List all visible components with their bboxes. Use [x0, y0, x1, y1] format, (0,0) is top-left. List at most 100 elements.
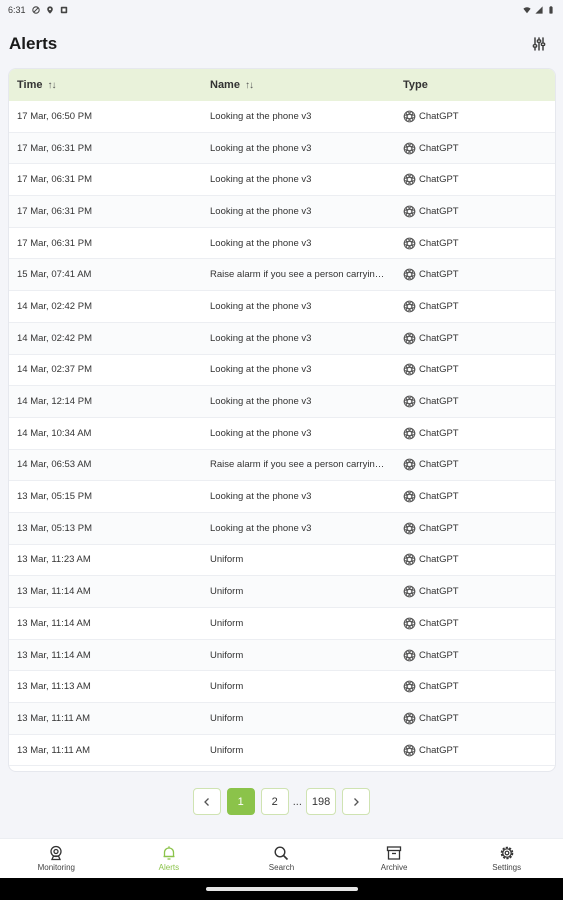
table-row[interactable]: 14 Mar, 12:14 PM Looking at the phone v3 C…	[9, 386, 555, 418]
table-header-row: Time ↑↓ Name ↑↓ Type	[9, 69, 555, 101]
cell-type: ChatGPT	[395, 522, 555, 535]
page-button-last[interactable]: 198	[305, 788, 337, 815]
status-right	[523, 6, 555, 14]
table-row[interactable]: 13 Mar, 11:23 AM Uniform ChatGPT	[9, 545, 555, 577]
cell-time-text: 13 Mar, 11:23 AM	[17, 554, 91, 566]
cell-name-text: Looking at the phone v3	[210, 142, 312, 154]
cell-time-text: 13 Mar, 11:11 AM	[17, 712, 91, 724]
cell-time-text: 13 Mar, 05:13 PM	[17, 522, 92, 534]
cell-name: Looking at the phone v3	[202, 174, 395, 185]
chevron-right-icon	[354, 797, 360, 806]
cell-time: 13 Mar, 05:15 PM	[9, 491, 202, 502]
alerts-table: Time ↑↓ Name ↑↓ Type 17 Mar, 06:50 PM Loo…	[8, 68, 556, 772]
cell-time-text: 13 Mar, 11:13 AM	[17, 681, 91, 693]
cell-time: 13 Mar, 11:14 AM	[9, 586, 202, 597]
nav-label-alerts: Alerts	[158, 863, 180, 872]
table-row[interactable]: 13 Mar, 11:14 AM Uniform ChatGPT	[9, 639, 555, 672]
cell-type-text: ChatGPT	[419, 459, 459, 471]
table-row[interactable]: 13 Mar, 11:14 AM Uniform ChatGPT	[9, 576, 555, 608]
table-row[interactable]: 14 Mar, 02:42 PM Looking at the phone v3 C…	[9, 291, 555, 323]
cell-name-text: Looking at the phone v3	[210, 300, 312, 312]
table-row[interactable]: 15 Mar, 07:41 AM Raise alarm if you see a…	[9, 259, 555, 292]
page-button-2[interactable]: 2	[260, 788, 289, 815]
cell-type-text: ChatGPT	[419, 110, 459, 122]
table-row[interactable]: 13 Mar, 05:13 PM Looking at the phone v3 C…	[9, 512, 555, 545]
cell-type: ChatGPT	[395, 680, 555, 693]
cell-name-text: Looking at the phone v3	[210, 205, 312, 217]
sort-icon[interactable]: ↑↓	[245, 80, 254, 91]
sort-icon[interactable]: ↑↓	[47, 80, 56, 91]
table-row[interactable]: 14 Mar, 10:34 AM Looking at the phone v3 C…	[9, 418, 555, 450]
nav-item-search[interactable]: Search	[241, 845, 321, 872]
table-row[interactable]: 17 Mar, 06:31 PM Looking at the phone v3 C…	[9, 132, 555, 165]
table-row[interactable]: 13 Mar, 11:11 AM Uniform ChatGPT	[9, 703, 555, 735]
chatgpt-icon	[403, 522, 416, 535]
nav-item-archive[interactable]: Archive	[354, 845, 434, 872]
chatgpt-icon	[403, 459, 416, 471]
column-header-type-label: Type	[403, 79, 428, 91]
table-row[interactable]: 14 Mar, 02:37 PM Looking at the phone v3 C…	[9, 355, 555, 387]
cell-name-text: Raise alarm if you see a person carrying…	[210, 269, 391, 281]
cell-name: Raise alarm if you see a person carrying…	[202, 269, 395, 280]
cell-time: 13 Mar, 11:11 AM	[9, 745, 202, 756]
chatgpt-icon	[403, 142, 416, 154]
table-row[interactable]: 14 Mar, 06:53 AM Raise alarm if you see a…	[9, 449, 555, 482]
cell-time-text: 13 Mar, 11:11 AM	[17, 744, 91, 756]
nav-item-monitoring[interactable]: Monitoring	[16, 845, 96, 872]
sliders-icon	[532, 37, 546, 51]
nav-item-alerts[interactable]: Alerts	[129, 845, 209, 872]
chevron-left-icon	[203, 797, 209, 806]
chatgpt-icon	[403, 680, 416, 693]
nav-item-settings[interactable]: Settings	[467, 845, 547, 872]
filter-button[interactable]	[524, 29, 554, 59]
cell-type-text: ChatGPT	[419, 205, 459, 217]
next-page-button[interactable]	[342, 788, 371, 815]
nav-label-search: Search	[268, 863, 295, 872]
table-row[interactable]: 13 Mar, 05:15 PM Looking at the phone v3 C…	[9, 481, 555, 513]
table-row[interactable]: 13 Mar, 11:14 AM Uniform ChatGPT	[9, 608, 555, 640]
cell-name-text: Uniform	[210, 649, 244, 661]
cell-name-text: Looking at the phone v3	[210, 522, 312, 534]
cell-type: ChatGPT	[395, 110, 555, 123]
cell-time: 13 Mar, 11:14 AM	[9, 650, 202, 661]
cell-type-text: ChatGPT	[419, 554, 459, 566]
table-row[interactable]: 17 Mar, 06:31 PM Looking at the phone v3 C…	[9, 228, 555, 260]
page-title: Alerts	[9, 34, 58, 53]
page-button-1[interactable]: 1	[226, 788, 255, 815]
cell-name: Uniform	[202, 745, 395, 756]
column-header-name-label: Name	[210, 79, 240, 91]
cell-type: ChatGPT	[395, 300, 555, 313]
home-gesture-handle[interactable]	[205, 887, 358, 891]
table-row[interactable]: 13 Mar, 11:13 AM Uniform ChatGPT	[9, 671, 555, 704]
app-header: Alerts	[0, 26, 563, 62]
cell-type-text: ChatGPT	[419, 364, 459, 376]
cell-type: ChatGPT	[395, 490, 555, 503]
chatgpt-icon	[403, 363, 416, 376]
chatgpt-icon	[403, 395, 416, 408]
cell-name-text: Looking at the phone v3	[210, 364, 312, 376]
cell-type: ChatGPT	[395, 237, 555, 250]
column-header-name[interactable]: Name ↑↓	[202, 79, 395, 91]
table-row[interactable]: 17 Mar, 06:50 PM Looking at the phone v3 C…	[9, 101, 555, 133]
cell-name: Uniform	[202, 618, 395, 629]
chatgpt-icon	[403, 300, 416, 313]
cell-time: 15 Mar, 07:41 AM	[9, 269, 202, 280]
pagination: 1 2 ... 198	[0, 788, 563, 815]
cell-time: 17 Mar, 06:31 PM	[9, 174, 202, 185]
prev-page-button[interactable]	[192, 788, 221, 815]
cell-time: 13 Mar, 11:14 AM	[9, 618, 202, 629]
table-row[interactable]: 17 Mar, 06:31 PM Looking at the phone v3 C…	[9, 196, 555, 228]
table-row[interactable]: 13 Mar, 11:11 AM Uniform ChatGPT	[9, 735, 555, 767]
cell-name: Uniform	[202, 586, 395, 597]
table-row[interactable]: 14 Mar, 02:42 PM Looking at the phone v3 C…	[9, 322, 555, 355]
wifi-icon	[523, 7, 531, 14]
column-header-time[interactable]: Time ↑↓	[9, 79, 202, 91]
cell-time-text: 17 Mar, 06:31 PM	[17, 205, 92, 217]
chatgpt-icon	[403, 332, 416, 345]
battery-icon	[549, 6, 553, 14]
cell-type-text: ChatGPT	[419, 491, 459, 503]
cell-time-text: 14 Mar, 10:34 AM	[17, 427, 92, 439]
cell-type: ChatGPT	[395, 268, 555, 281]
table-row[interactable]: 17 Mar, 06:31 PM Looking at the phone v3 C…	[9, 164, 555, 197]
cell-type-text: ChatGPT	[419, 300, 459, 312]
